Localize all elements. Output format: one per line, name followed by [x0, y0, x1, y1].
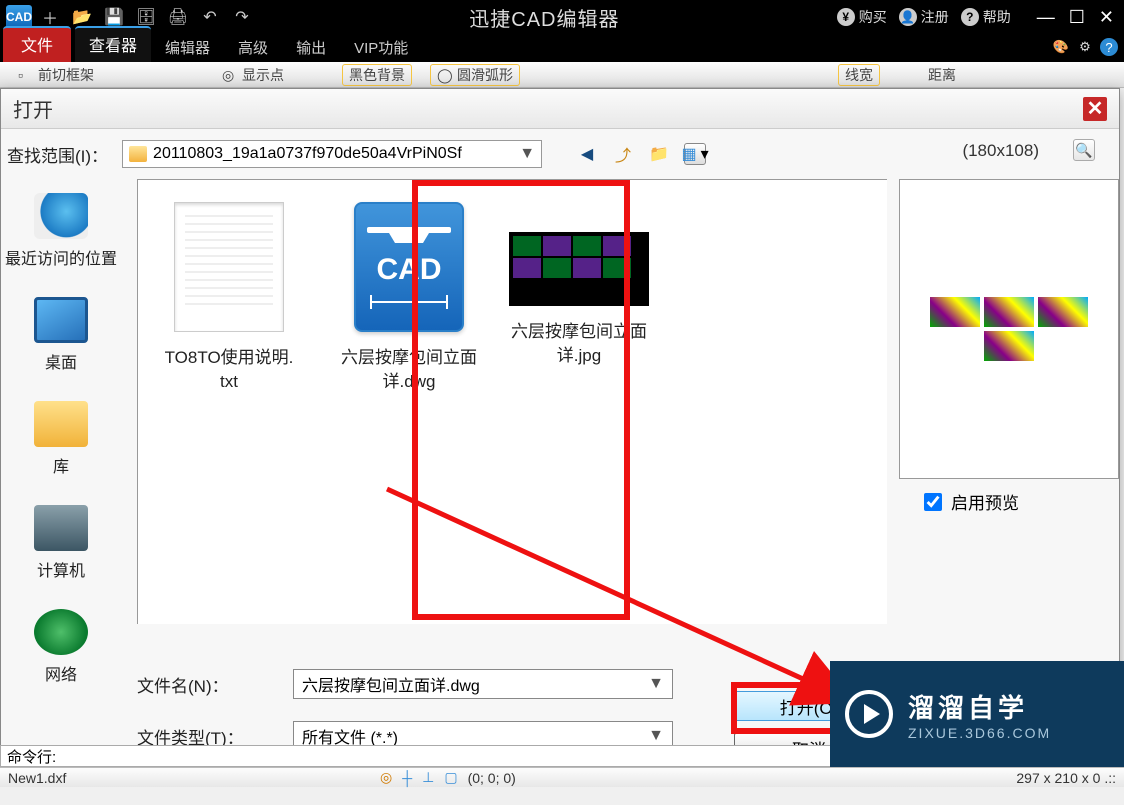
- place-computer[interactable]: 计算机: [34, 505, 88, 581]
- place-network[interactable]: 网络: [34, 609, 88, 685]
- tool-arc[interactable]: 圆滑弧形: [457, 65, 513, 85]
- place-desktop[interactable]: 桌面: [34, 297, 88, 373]
- tab-editor[interactable]: 编辑器: [151, 33, 224, 62]
- up-icon[interactable]: ⤴: [612, 143, 634, 165]
- grid-icon[interactable]: ┼: [402, 770, 412, 786]
- dialog-close-icon[interactable]: ✕: [1083, 97, 1107, 121]
- tab-file[interactable]: 文件: [3, 26, 71, 62]
- lookin-dropdown[interactable]: 20110803_19a1a0737f970de50a4VrPiN0Sf ▼: [122, 140, 542, 168]
- save-icon[interactable]: 💾: [104, 7, 124, 27]
- place-recent[interactable]: 最近访问的位置: [5, 193, 117, 269]
- folder-name: 20110803_19a1a0737f970de50a4VrPiN0Sf: [153, 145, 462, 163]
- undo-icon[interactable]: ↶: [200, 7, 220, 27]
- enable-preview-input[interactable]: [924, 493, 942, 511]
- help-icon[interactable]: ?: [1100, 38, 1118, 56]
- status-filename: New1.dxf: [8, 770, 66, 786]
- minimize-icon[interactable]: —: [1037, 7, 1055, 28]
- filename-input[interactable]: 六层按摩包间立面详.dwg▼: [293, 669, 673, 699]
- tool-bg[interactable]: 黑色背景: [349, 65, 405, 85]
- print-icon[interactable]: 🖨: [168, 7, 188, 27]
- chevron-down-icon[interactable]: ▼: [648, 727, 664, 745]
- file-list: TO8TO使用说明.txt CAD 六层按摩包间立面详.dwg: [137, 179, 887, 624]
- redo-icon[interactable]: ↷: [232, 7, 252, 27]
- status-dimensions: 297 x 210 x 0 .::: [1016, 770, 1116, 786]
- tab-output[interactable]: 输出: [282, 33, 340, 62]
- watermark-title: 溜溜自学: [908, 688, 1051, 725]
- chevron-down-icon[interactable]: ▼: [648, 675, 664, 693]
- annotation-selection-highlight: [412, 180, 630, 620]
- snap-icon[interactable]: ◎: [380, 769, 392, 786]
- tab-advanced[interactable]: 高级: [224, 33, 282, 62]
- watermark-url: ZIXUE.3D66.COM: [908, 725, 1051, 741]
- lookin-label: 查找范围(I)：: [7, 142, 108, 167]
- enable-preview-checkbox[interactable]: 启用预览: [920, 489, 1019, 514]
- tab-vip[interactable]: VIP功能: [340, 33, 422, 62]
- status-coords: (0; 0; 0): [468, 770, 516, 786]
- file-item-txt[interactable]: TO8TO使用说明.txt: [154, 202, 304, 394]
- secondary-toolbar: ▫前切框架 ◎显示点 黑色背景 ◯圆滑弧形 线宽 距离: [0, 62, 1124, 88]
- tool-distance[interactable]: 距离: [928, 65, 956, 85]
- place-library[interactable]: 库: [34, 401, 88, 477]
- places-bar: 最近访问的位置 桌面 库 计算机 网络: [1, 179, 121, 657]
- file-label: TO8TO使用说明.txt: [165, 346, 294, 394]
- palette-icon[interactable]: 🎨: [1052, 38, 1070, 56]
- osnap-icon[interactable]: ▢: [444, 769, 457, 786]
- maximize-icon[interactable]: ☐: [1069, 7, 1085, 28]
- tool-points[interactable]: 显示点: [242, 65, 284, 85]
- chevron-down-icon[interactable]: ▼: [519, 145, 535, 163]
- watermark: 溜溜自学 ZIXUE.3D66.COM: [830, 661, 1124, 767]
- preview-pane: [899, 179, 1119, 479]
- tool-frame[interactable]: 前切框架: [38, 65, 94, 85]
- preview-zoom-icon[interactable]: 🔍: [1073, 139, 1095, 161]
- ribbon-tabs: 文件 查看器 编辑器 高级 输出 VIP功能 🎨 ⚙ ?: [0, 34, 1124, 62]
- saveas-icon[interactable]: 🗄: [136, 7, 156, 27]
- dialog-title: 打开: [13, 94, 53, 123]
- open-dialog: 打开 ✕ 查找范围(I)： 20110803_19a1a0737f970de50…: [0, 88, 1120, 758]
- ortho-icon[interactable]: ⊥: [422, 769, 434, 786]
- app-title: 迅捷CAD编辑器: [252, 3, 837, 32]
- preview-dimensions: (180x108): [962, 141, 1039, 161]
- back-icon[interactable]: ◀: [576, 143, 598, 165]
- filename-label: 文件名(N)：: [137, 672, 261, 697]
- close-icon[interactable]: ✕: [1099, 7, 1114, 28]
- settings-icon[interactable]: ⚙: [1076, 38, 1094, 56]
- open-icon[interactable]: 📂: [72, 7, 92, 27]
- register-button[interactable]: 👤注册: [899, 7, 949, 27]
- buy-button[interactable]: ¥购买: [837, 7, 887, 27]
- folder-icon: [129, 146, 147, 162]
- titlebar: CAD ＋ 📂 💾 🗄 🖨 ↶ ↷ 迅捷CAD编辑器 ¥购买 👤注册 ?帮助 —…: [0, 0, 1124, 34]
- viewmode-button[interactable]: ▦▾: [684, 143, 706, 165]
- help-button[interactable]: ?帮助: [961, 7, 1011, 27]
- status-bar: New1.dxf ◎ ┼ ⊥ ▢ (0; 0; 0) 297 x 210 x 0…: [0, 767, 1124, 787]
- tab-viewer[interactable]: 查看器: [75, 26, 151, 62]
- new-icon[interactable]: ＋: [40, 7, 60, 27]
- tool-lineweight[interactable]: 线宽: [845, 65, 873, 85]
- newfolder-icon[interactable]: 📁: [648, 143, 670, 165]
- txt-thumb: [174, 202, 284, 332]
